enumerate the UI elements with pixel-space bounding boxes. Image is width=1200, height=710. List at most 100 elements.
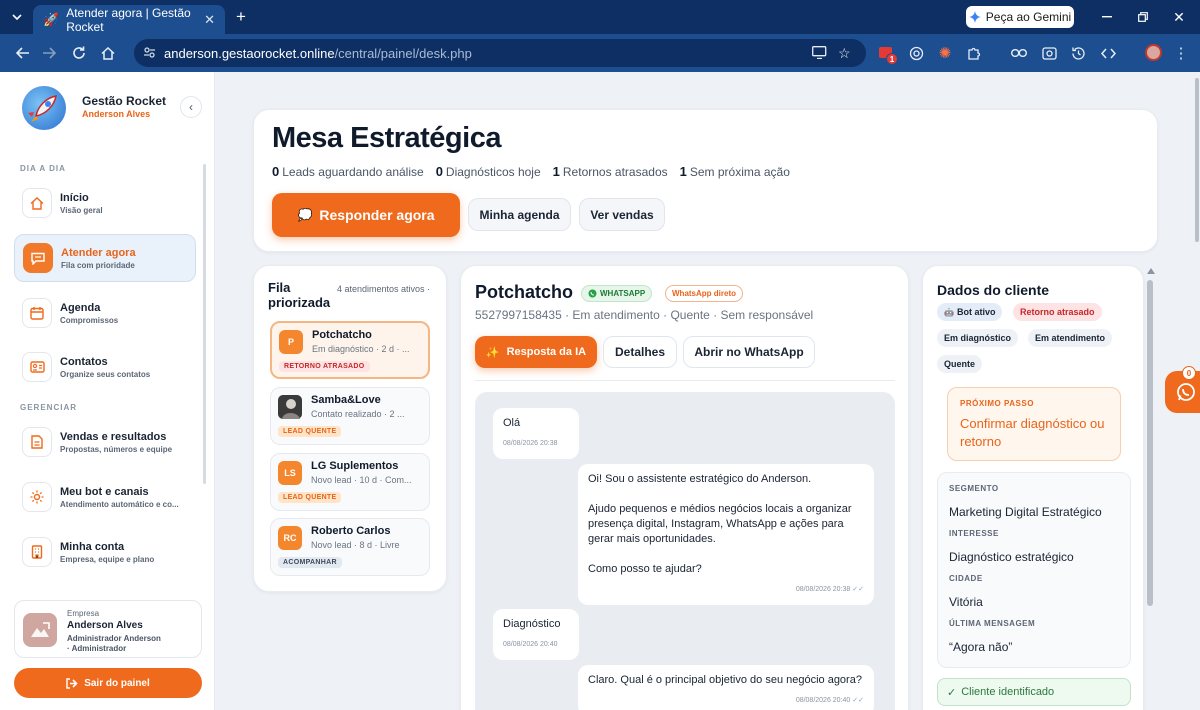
home-icon <box>22 188 52 218</box>
sidebar-item-bot-canais[interactable]: Meu bot e canais Atendimento automático … <box>14 473 196 521</box>
my-agenda-button[interactable]: Minha agenda <box>468 198 571 231</box>
message-time: 08/08/2026 20:40 ✓✓ <box>795 697 864 704</box>
sidebar-item-sub: Visão geral <box>60 205 103 215</box>
sidebar-item-sub: Propostas, números e equipe <box>60 444 173 454</box>
browser-tab-strip: 🚀 Atender agora | Gestão Rocket ✕ + Peça… <box>0 0 1200 34</box>
sidebar-item-atender-agora[interactable]: Atender agora Fila com prioridade <box>14 234 196 282</box>
client-card: Dados do cliente 🤖 Bot ativo Retorno atra… <box>922 265 1144 710</box>
extensions-puzzle-icon[interactable] <box>965 44 983 62</box>
code-icon[interactable] <box>1099 44 1117 62</box>
field-value: Diagnóstico estratégico <box>949 550 1074 564</box>
extension-burst-icon[interactable]: ✺ <box>936 44 954 62</box>
rocket-favicon-icon: 🚀 <box>43 11 60 27</box>
ai-response-button[interactable]: ✨ Resposta da IA <box>475 336 597 368</box>
company-label: Empresa <box>67 609 100 618</box>
sidebar-item-inicio[interactable]: Início Visão geral <box>14 179 196 227</box>
double-check-icon: ✓✓ <box>852 586 864 593</box>
browser-menu-icon[interactable]: ⋮ <box>1172 44 1190 62</box>
message-outgoing: Claro. Qual é o principal objetivo do se… <box>578 665 874 710</box>
bookmark-star-icon[interactable]: ☆ <box>838 45 851 62</box>
queue-item[interactable]: RC Roberto Carlos Novo lead · 8 d · Livr… <box>270 518 430 576</box>
queue-item[interactable]: Samba&Love Contato realizado · 2 ... LEA… <box>270 387 430 445</box>
sidebar-item-contatos[interactable]: Contatos Organize seus contatos <box>14 343 196 391</box>
profile-avatar[interactable] <box>1145 44 1162 61</box>
respond-now-button[interactable]: 💭 Responder agora <box>272 193 460 237</box>
close-window-icon[interactable]: ✕ <box>1170 8 1188 26</box>
building-icon <box>22 537 52 567</box>
forward-icon[interactable] <box>40 44 58 62</box>
logout-button[interactable]: Sair do painel <box>14 668 202 698</box>
next-step-label: PRÓXIMO PASSO <box>960 399 1034 408</box>
new-tab-icon[interactable]: + <box>232 7 250 26</box>
company-role-line-2: · Administrador <box>67 644 127 653</box>
open-whatsapp-button[interactable]: Abrir no WhatsApp <box>683 336 815 368</box>
chat-thread[interactable]: Olá 08/08/2026 20:38 Oi! Sou o assistent… <box>475 392 895 710</box>
sidebar-item-label: Minha conta <box>60 540 125 553</box>
message-time: 08/08/2026 20:38 <box>503 440 558 447</box>
chat-bubble-icon: 💭 <box>297 208 313 222</box>
link-icon[interactable] <box>1010 44 1028 62</box>
contact-name: Potchatcho <box>475 282 574 302</box>
view-sales-button[interactable]: Ver vendas <box>579 198 665 231</box>
tab-search-chevron-icon[interactable] <box>8 8 26 26</box>
chevron-left-icon: ‹ <box>189 100 193 114</box>
queue-item-tag: RETORNO ATRASADO <box>279 361 370 372</box>
gemini-label: Peça ao Gemini <box>985 10 1072 24</box>
browser-tab-active[interactable]: 🚀 Atender agora | Gestão Rocket ✕ <box>33 5 225 34</box>
tab-title: Atender agora | Gestão Rocket <box>66 5 191 34</box>
address-bar[interactable]: anderson.gestaorocket.online/central/pai… <box>134 39 866 67</box>
client-panel-scrollbar[interactable] <box>1147 280 1153 606</box>
message-text: Ajudo pequenos e médios negócios locais … <box>588 503 852 545</box>
sidebar-item-sub: Atendimento automático e co... <box>60 499 179 509</box>
company-role: Administrador Anderson · Administrador <box>67 634 161 654</box>
install-app-icon[interactable] <box>812 46 827 59</box>
queue-item-avatar: RC <box>278 526 302 550</box>
restore-window-icon[interactable] <box>1134 8 1152 26</box>
calendar-icon <box>22 298 52 328</box>
sidebar-item-label: Início <box>60 191 89 204</box>
queue-count: 4 atendimentos ativos · <box>337 284 431 294</box>
chip-in-service: Em atendimento <box>1028 329 1113 347</box>
screenshot-icon[interactable] <box>1040 44 1058 62</box>
browser-toolbar: anderson.gestaorocket.online/central/pai… <box>0 34 1200 72</box>
close-tab-icon[interactable]: ✕ <box>204 12 215 28</box>
queue-item[interactable]: P Potchatcho Em diagnóstico · 2 d · ... … <box>270 321 430 379</box>
page-scrollbar[interactable] <box>1195 78 1199 242</box>
document-icon <box>22 427 52 457</box>
queue-item-status: Novo lead · 8 d · Livre <box>311 540 400 550</box>
sidebar-item-vendas[interactable]: Vendas e resultados Propostas, números e… <box>14 418 196 466</box>
queue-item-tag: LEAD QUENTE <box>278 492 342 503</box>
stat-no-next-action: 1 Sem próxima ação <box>679 164 790 179</box>
scroll-up-arrow-icon[interactable] <box>1147 268 1155 274</box>
field-label: SEGMENTO <box>949 484 999 493</box>
message-text: Olá <box>503 417 521 429</box>
minimize-window-icon[interactable] <box>1098 8 1116 26</box>
sparkle-icon: ✨ <box>485 346 500 359</box>
sidebar-item-agenda[interactable]: Agenda Compromissos <box>14 289 196 337</box>
queue-item[interactable]: LS LG Suplementos Novo lead · 10 d · Com… <box>270 453 430 511</box>
company-card[interactable]: Empresa Anderson Alves Administrador And… <box>14 600 202 658</box>
reload-icon[interactable] <box>70 44 88 62</box>
sidebar-scrollbar[interactable] <box>203 164 206 484</box>
field-label: ÚLTIMA MENSAGEM <box>949 619 1036 628</box>
history-icon[interactable] <box>1069 44 1087 62</box>
url-path: /central/painel/desk.php <box>334 45 472 61</box>
field-value: “Agora não” <box>949 640 1013 654</box>
client-identified-status: ✓ Cliente identificado <box>937 678 1131 706</box>
back-icon[interactable] <box>14 44 32 62</box>
site-info-icon[interactable] <box>143 46 156 59</box>
message-time: 08/08/2026 20:38 ✓✓ <box>795 586 864 593</box>
extension-globe-icon[interactable] <box>907 44 925 62</box>
details-button[interactable]: Detalhes <box>603 336 677 368</box>
company-role-line-1: Administrador Anderson <box>67 634 161 643</box>
queue-item-tag: ACOMPANHAR <box>278 557 342 568</box>
gemini-button[interactable]: Peça ao Gemini <box>966 6 1074 28</box>
message-text: Diagnóstico <box>503 618 561 630</box>
home-icon[interactable] <box>99 44 117 62</box>
chip-hot: Quente <box>937 355 983 373</box>
client-title: Dados do cliente <box>937 282 1050 298</box>
sidebar-item-minha-conta[interactable]: Minha conta Empresa, equipe e plano <box>14 528 196 576</box>
rocket-logo-icon <box>22 86 66 130</box>
collapse-sidebar-button[interactable]: ‹ <box>180 96 202 118</box>
whatsapp-badge: WHATSAPP <box>581 285 653 302</box>
